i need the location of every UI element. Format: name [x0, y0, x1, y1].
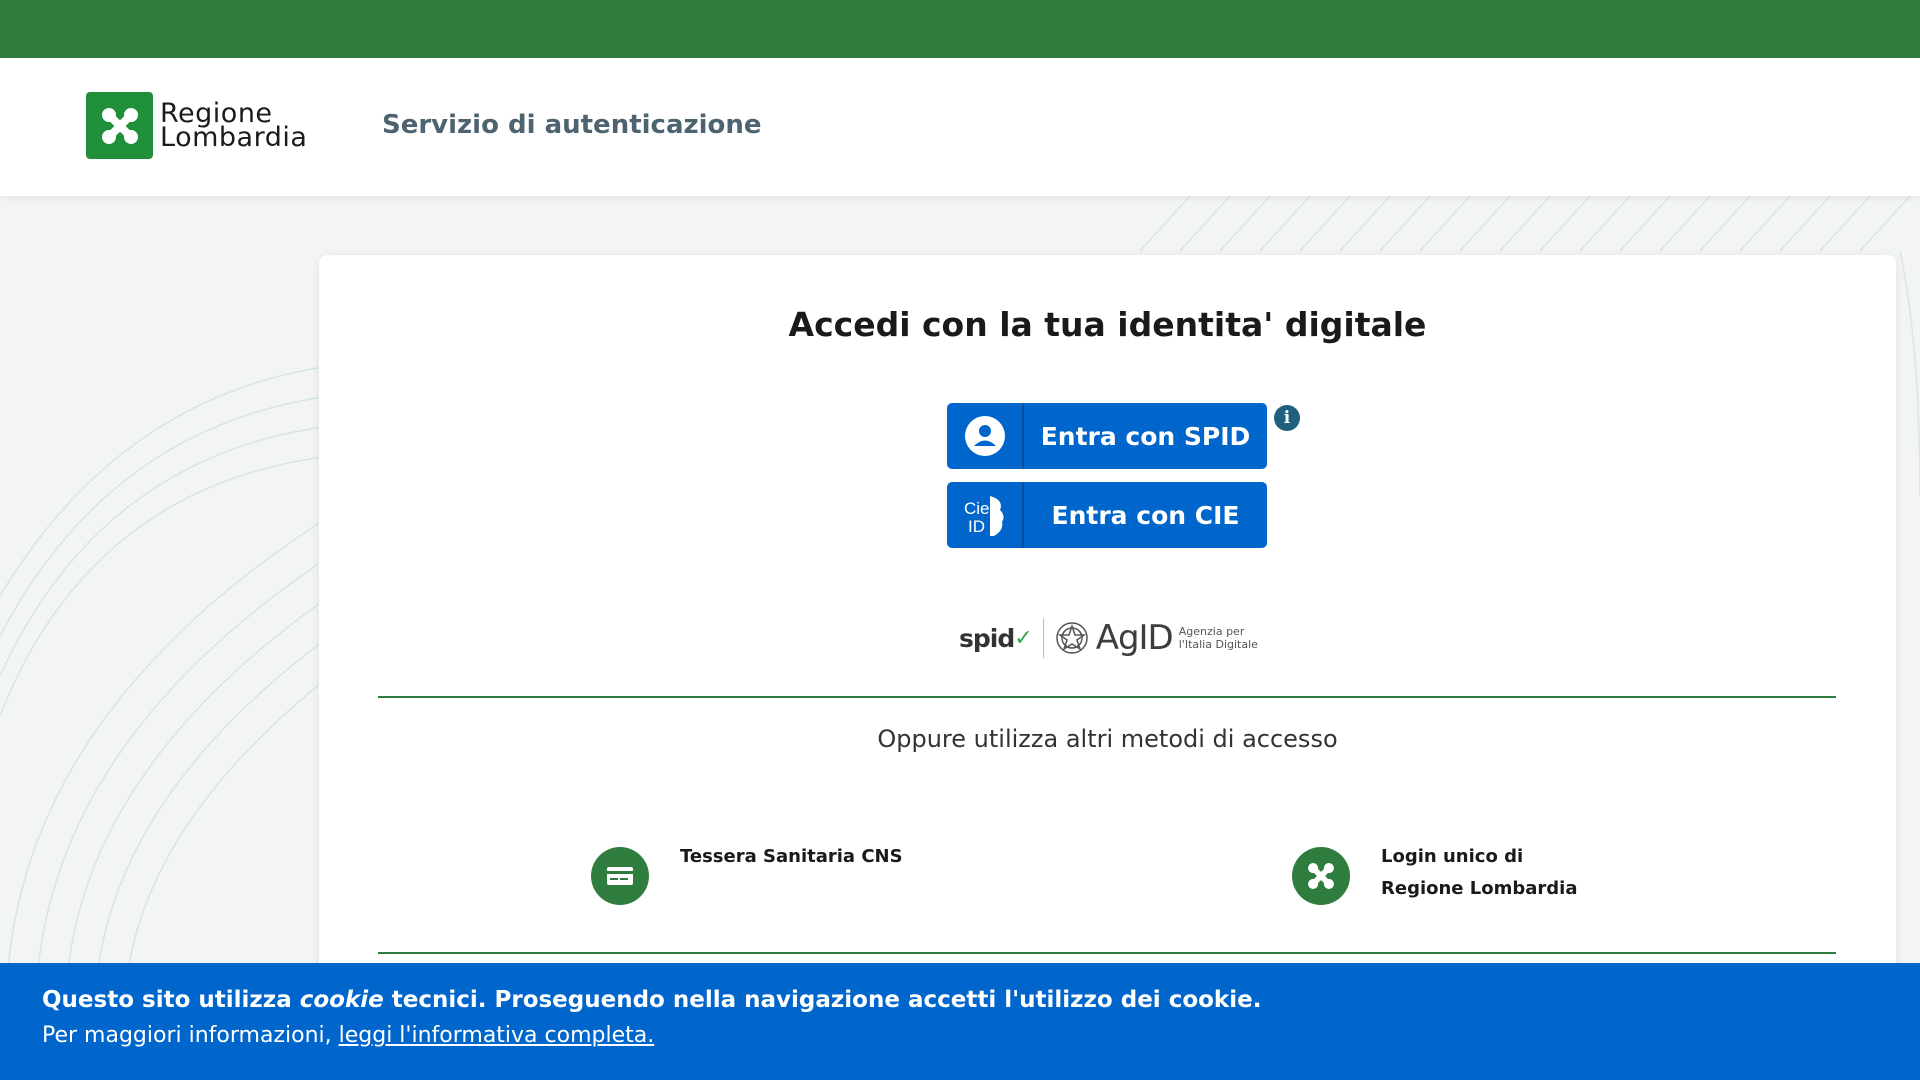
regione-logo-icon: [86, 92, 153, 159]
spid-logo: spid: [959, 623, 1015, 653]
logo-text: Regione Lombardia: [160, 100, 308, 153]
spid-login-button[interactable]: Entra con SPID: [947, 403, 1267, 469]
brand-separator: [1042, 618, 1044, 658]
cie-icon-text-2: ID: [968, 517, 985, 536]
card-icon: [591, 847, 649, 905]
cie-id-icon: Cie ID: [947, 482, 1024, 548]
cookie-text-em: cookie: [299, 987, 384, 1013]
info-icon[interactable]: i: [1274, 405, 1300, 431]
cie-icon-text-1: Cie: [964, 499, 990, 518]
regione-logo-icon: [1292, 847, 1350, 905]
header: Regione Lombardia Servizio di autenticaz…: [0, 58, 1920, 196]
check-icon: ✓: [1014, 625, 1033, 651]
agid-sub-line-1: Agenzia per: [1178, 625, 1245, 638]
regione-login-label: Login unico di Regione Lombardia: [1381, 846, 1578, 899]
agid-logo: AgID: [1095, 618, 1174, 658]
cookie-policy-link[interactable]: leggi l'informativa completa.: [339, 1023, 655, 1048]
cns-label: Tessera Sanitaria CNS: [680, 846, 903, 867]
agid-subtitle: Agenzia per l'Italia Digitale: [1179, 625, 1258, 651]
cns-login-option[interactable]: Tessera Sanitaria CNS: [591, 846, 910, 905]
cie-login-button[interactable]: Cie ID Entra con CIE: [947, 482, 1267, 548]
service-title: Servizio di autenticazione: [382, 110, 762, 140]
regione-lombardia-logo[interactable]: Regione Lombardia: [86, 92, 307, 159]
cookie-text-post: tecnici. Proseguendo nella navigazione a…: [383, 987, 1262, 1013]
spid-button-label: Entra con SPID: [1040, 421, 1251, 451]
logo-line-2: Lombardia: [160, 121, 308, 153]
login-card: Accedi con la tua identita' digitale Ent…: [319, 255, 1896, 995]
regione-login-option[interactable]: Login unico di Regione Lombardia: [1292, 846, 1611, 905]
agid-sub-line-2: l'Italia Digitale: [1178, 638, 1258, 651]
cookie-banner: Questo sito utilizza cookie tecnici. Pro…: [0, 963, 1920, 1080]
other-methods-text: Oppure utilizza altri metodi di accesso: [877, 725, 1338, 753]
cookie-info-pre: Per maggiori informazioni,: [42, 1023, 339, 1048]
user-circle-icon: [947, 403, 1024, 469]
cookie-notice: Questo sito utilizza cookie tecnici. Pro…: [42, 987, 1920, 1013]
login-title: Accedi con la tua identita' digitale: [788, 305, 1427, 344]
divider: [378, 952, 1836, 954]
cookie-more-info: Per maggiori informazioni, leggi l'infor…: [42, 1023, 1920, 1048]
brand-logos: spid ✓ AgID Agenzia per l'Italia Digital…: [959, 617, 1258, 659]
divider: [378, 696, 1836, 698]
cie-button-label: Entra con CIE: [1051, 500, 1240, 530]
italy-emblem-icon: [1055, 622, 1088, 654]
cookie-text-pre: Questo sito utilizza: [42, 987, 300, 1013]
top-green-bar: [0, 0, 1920, 58]
